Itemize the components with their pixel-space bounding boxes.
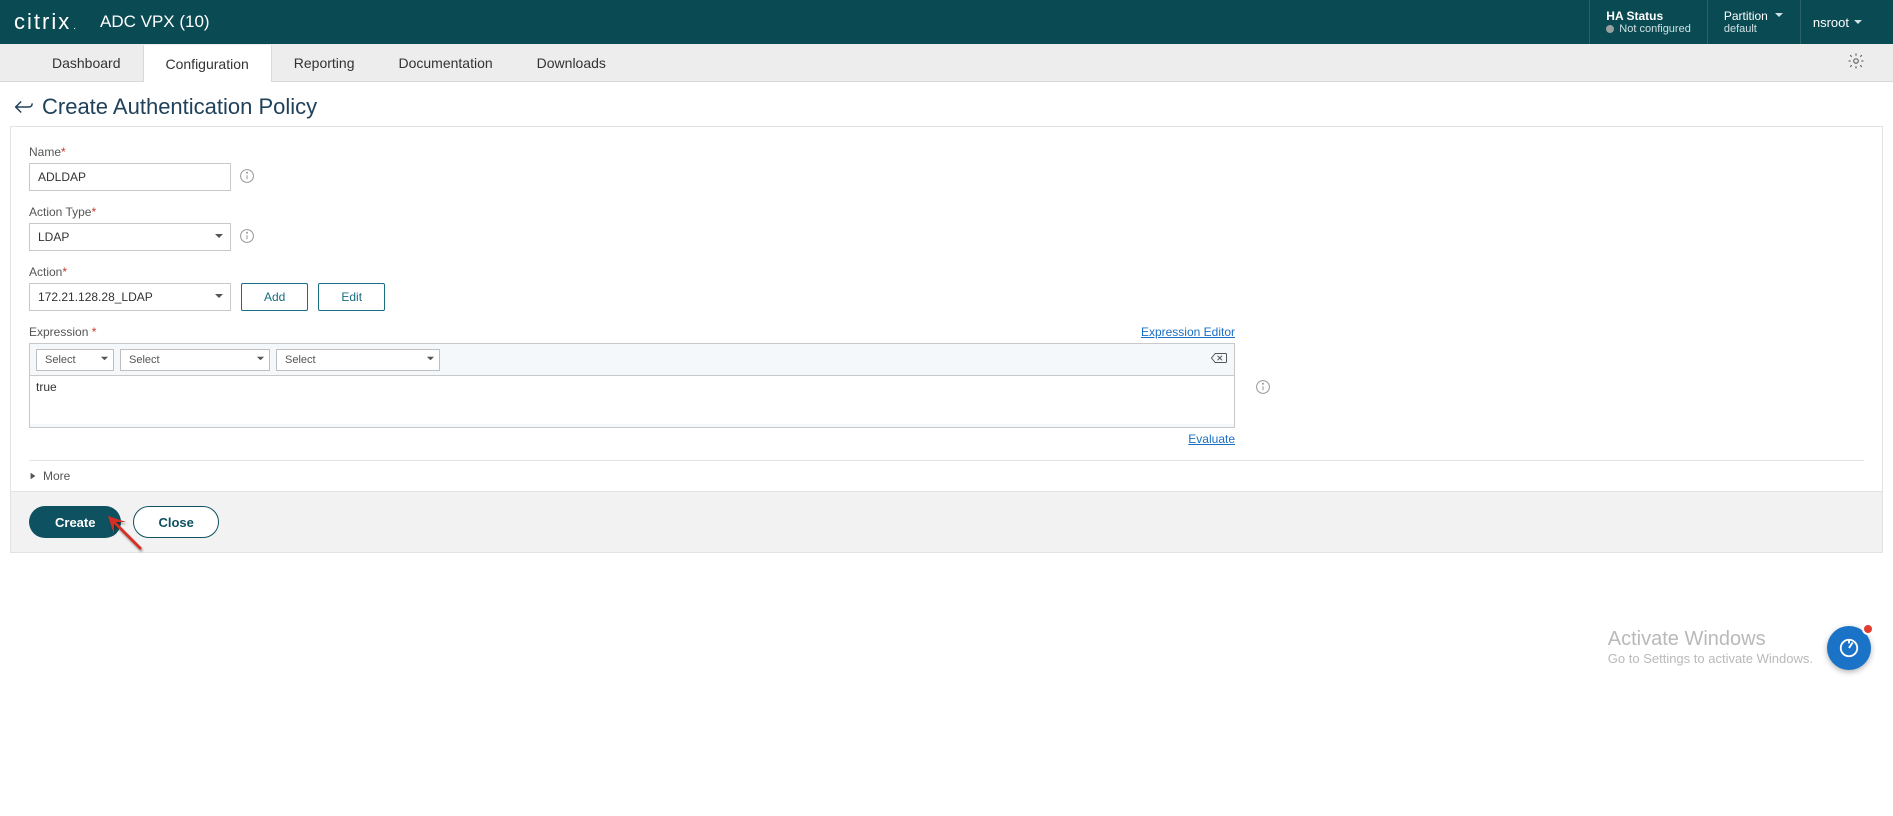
expression-select-3[interactable]: Select: [276, 349, 440, 371]
expression-textarea[interactable]: [30, 376, 1234, 424]
create-button[interactable]: Create: [29, 506, 121, 538]
status-dot-icon: [1606, 25, 1614, 33]
tab-reporting[interactable]: Reporting: [272, 44, 377, 81]
expression-select-2[interactable]: Select: [120, 349, 270, 371]
chevron-down-icon: [256, 354, 265, 366]
action-type-label: Action Type*: [29, 205, 1864, 219]
chevron-down-icon: [100, 354, 109, 366]
mini-select-label: Select: [129, 354, 160, 366]
field-expression: Expression * Expression Editor Select Se…: [29, 325, 1864, 446]
triangle-right-icon: [29, 469, 37, 483]
field-name: Name*: [29, 145, 1864, 191]
expression-select-1[interactable]: Select: [36, 349, 114, 371]
tab-downloads[interactable]: Downloads: [515, 44, 628, 81]
page-title: Create Authentication Policy: [42, 94, 317, 120]
action-type-select[interactable]: LDAP: [29, 223, 231, 251]
field-action: Action* 172.21.128.28_LDAP Add Edit: [29, 265, 1864, 311]
action-select[interactable]: 172.21.128.28_LDAP: [29, 283, 231, 311]
action-label: Action*: [29, 265, 1864, 279]
brand-logo: citrix.: [14, 9, 78, 35]
watermark-line1: Activate Windows: [1608, 628, 1813, 651]
chevron-down-icon: [214, 230, 224, 244]
nav-bar: Dashboard Configuration Reporting Docume…: [0, 44, 1893, 82]
mini-select-label: Select: [45, 354, 76, 366]
chevron-down-icon: [1853, 15, 1863, 30]
name-label: Name*: [29, 145, 1864, 159]
close-button[interactable]: Close: [133, 506, 218, 538]
edit-button[interactable]: Edit: [318, 283, 385, 311]
notification-badge-icon: [1862, 623, 1874, 635]
evaluate-link[interactable]: Evaluate: [1188, 432, 1235, 446]
gear-icon[interactable]: [1847, 52, 1865, 73]
tab-configuration[interactable]: Configuration: [143, 45, 272, 82]
ha-status-text: Not configured: [1619, 23, 1691, 35]
chevron-down-icon: [1774, 9, 1784, 23]
form-panel: Name* Action Type* LDAP Action* 172.21.1…: [10, 126, 1883, 492]
expression-editor-link[interactable]: Expression Editor: [1141, 325, 1235, 339]
help-fab[interactable]: [1827, 626, 1871, 670]
watermark-line2: Go to Settings to activate Windows.: [1608, 651, 1813, 666]
windows-watermark: Activate Windows Go to Settings to activ…: [1608, 628, 1813, 666]
expression-label: Expression *: [29, 325, 96, 339]
more-toggle[interactable]: More: [29, 460, 1864, 491]
ha-status-value: Not configured: [1606, 23, 1691, 35]
back-arrow-icon[interactable]: [12, 96, 34, 118]
footer-bar: Create Close: [10, 492, 1883, 553]
ha-status-label: HA Status: [1606, 9, 1691, 23]
tab-documentation[interactable]: Documentation: [376, 44, 514, 81]
mini-select-label: Select: [285, 354, 316, 366]
product-name: ADC VPX (10): [100, 12, 210, 32]
top-header: citrix. ADC VPX (10) HA Status Not confi…: [0, 0, 1893, 44]
user-menu[interactable]: nsroot: [1800, 0, 1875, 44]
partition-dropdown[interactable]: Partition default: [1707, 0, 1800, 44]
name-input[interactable]: [29, 163, 231, 191]
user-name: nsroot: [1813, 15, 1849, 30]
more-label: More: [43, 469, 70, 483]
info-icon[interactable]: [239, 228, 255, 247]
action-type-value: LDAP: [38, 230, 69, 244]
add-button[interactable]: Add: [241, 283, 308, 311]
page-title-row: Create Authentication Policy: [0, 82, 1893, 126]
info-icon[interactable]: [239, 168, 255, 187]
chevron-down-icon: [426, 354, 435, 366]
brand-dot: .: [73, 21, 78, 32]
field-action-type: Action Type* LDAP: [29, 205, 1864, 251]
expression-box: Select Select Select: [29, 343, 1235, 428]
clear-expression-icon[interactable]: [1210, 351, 1228, 368]
chevron-down-icon: [214, 290, 224, 304]
ha-status-block: HA Status Not configured: [1589, 0, 1707, 44]
brand-text: citrix: [14, 9, 71, 35]
action-value: 172.21.128.28_LDAP: [38, 290, 153, 304]
partition-label: Partition: [1724, 9, 1768, 23]
info-icon[interactable]: [1255, 379, 1271, 398]
partition-value: default: [1724, 23, 1784, 35]
tab-dashboard[interactable]: Dashboard: [30, 44, 143, 81]
